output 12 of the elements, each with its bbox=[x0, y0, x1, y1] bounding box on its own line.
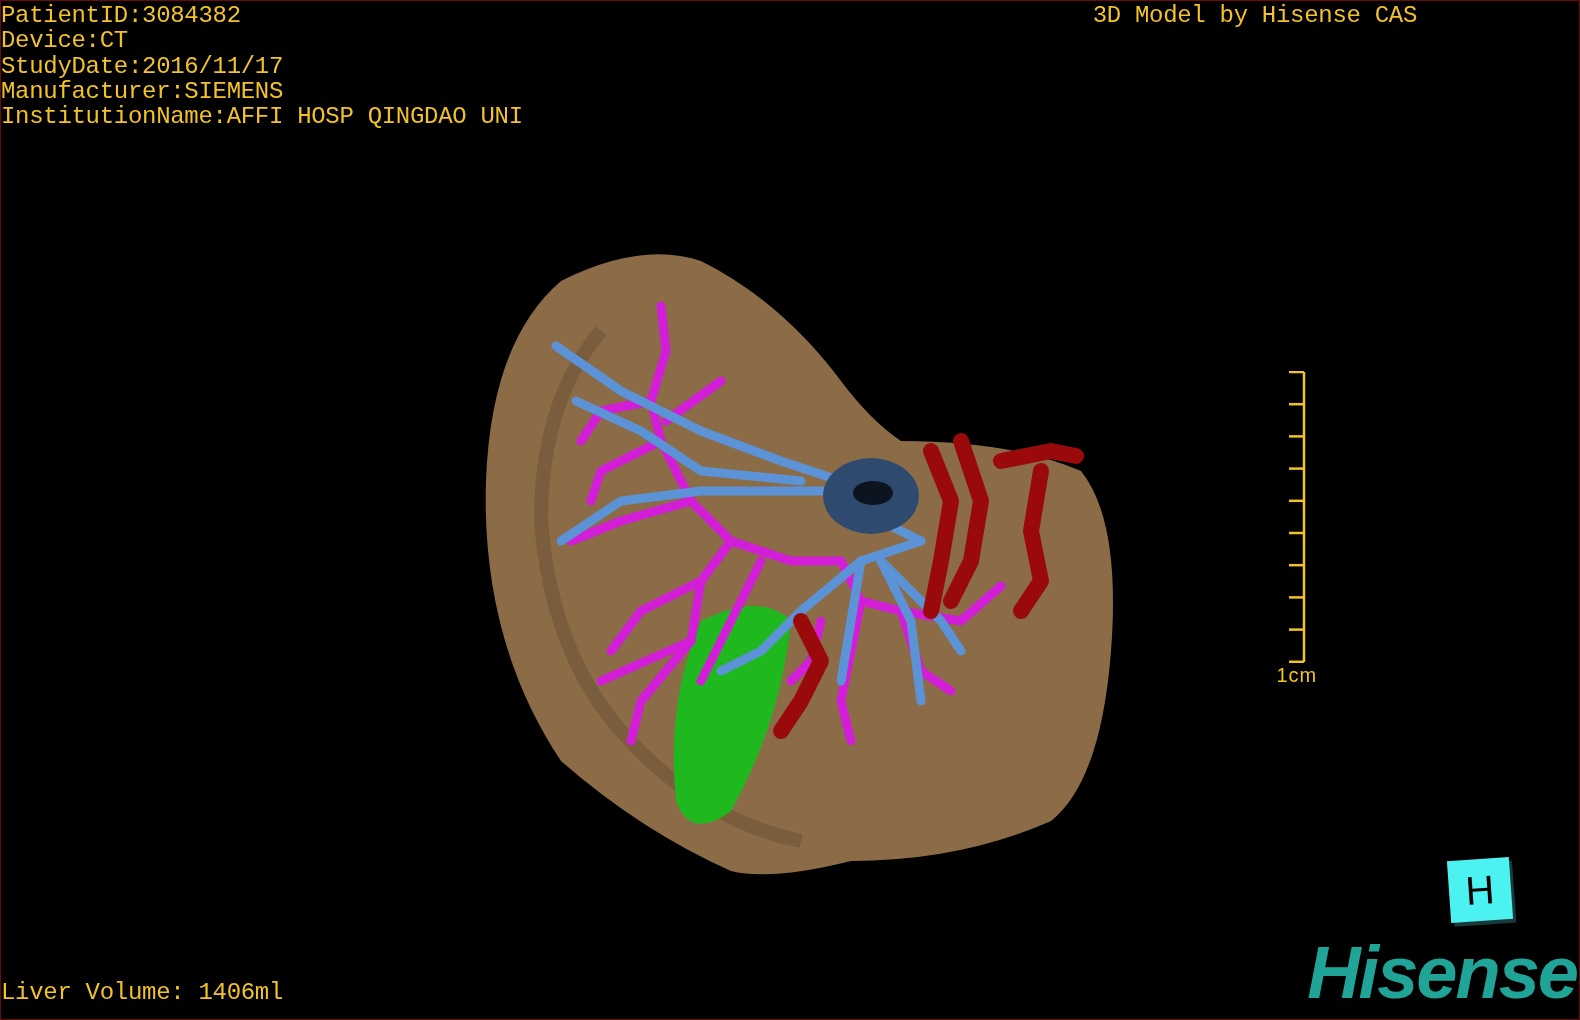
study-info-text: StudyDate:2016/11/17 bbox=[1, 53, 285, 79]
orientation-marker[interactable]: H bbox=[1446, 856, 1514, 924]
study-info-text: Manufacturer:SIEMENS bbox=[1, 78, 285, 105]
study-info-text: Device:CT bbox=[1, 28, 129, 54]
study-info-text: InstitutionName:AFFI HOSP QINGDAO UNI bbox=[1, 104, 524, 130]
liver-volume-text: Liver Volume: 1406ml bbox=[1, 980, 285, 1008]
scale-label: 1cm bbox=[1276, 665, 1318, 686]
scale-bar-icon bbox=[1287, 371, 1306, 664]
liver-model-drawing[interactable] bbox=[485, 254, 1113, 875]
study-info-text: PatientID:3084382 bbox=[1, 3, 242, 29]
viewer-title: 3D Model by Hisense CAS bbox=[1092, 1, 1418, 31]
brand-logo: Hisense bbox=[1307, 939, 1578, 1016]
